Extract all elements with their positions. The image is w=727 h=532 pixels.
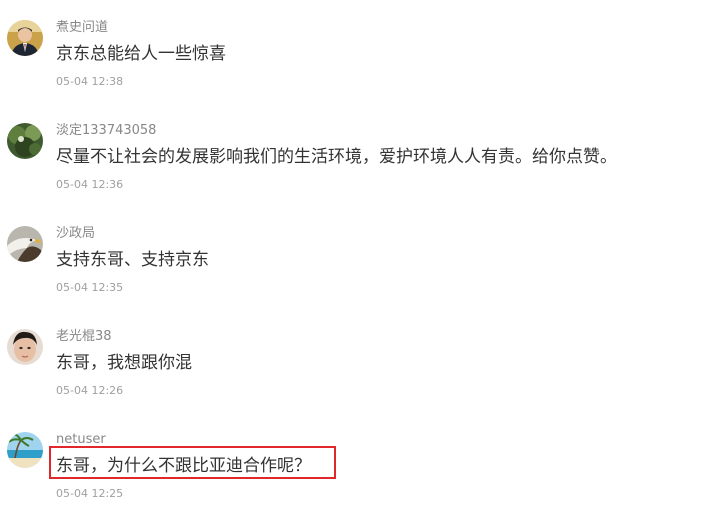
username[interactable]: 淡定133743058	[56, 123, 156, 139]
avatar-beach-icon	[7, 432, 43, 468]
user-avatar[interactable]	[7, 329, 43, 365]
comment-text: 尽量不让社会的发展影响我们的生活环境，爱护环境人人有责。给你点赞。	[56, 147, 617, 167]
comment-text: 支持东哥、支持京东	[56, 250, 209, 270]
username[interactable]: 沙政局	[56, 226, 95, 242]
comment-item: 煮史问道 京东总能给人一些惊喜 05-04 12:38	[0, 20, 727, 120]
comment-item: 淡定133743058 尽量不让社会的发展影响我们的生活环境，爱护环境人人有责。…	[0, 123, 727, 223]
avatar-man-in-suit-icon	[7, 20, 43, 56]
username[interactable]: 老光棍38	[56, 329, 112, 345]
comment-time: 05-04 12:38	[56, 75, 124, 88]
avatar-green-nature-icon	[7, 123, 43, 159]
comment-time: 05-04 12:35	[56, 281, 124, 294]
comment-time: 05-04 12:25	[56, 487, 124, 500]
avatar-young-man-icon	[7, 329, 43, 365]
comment-text: 东哥，我想跟你混	[56, 353, 192, 373]
user-avatar[interactable]	[7, 432, 43, 468]
user-avatar[interactable]	[7, 123, 43, 159]
comment-time: 05-04 12:36	[56, 178, 124, 191]
comment-item: 沙政局 支持东哥、支持京东 05-04 12:35	[0, 226, 727, 326]
avatar-eagle-icon	[7, 226, 43, 262]
comment-text: 京东总能给人一些惊喜	[56, 44, 226, 64]
user-avatar[interactable]	[7, 20, 43, 56]
comment-time: 05-04 12:26	[56, 384, 124, 397]
user-avatar[interactable]	[7, 226, 43, 262]
comment-item: 老光棍38 东哥，我想跟你混 05-04 12:26	[0, 329, 727, 429]
highlight-box	[49, 446, 336, 479]
comment-item: netuser 东哥，为什么不跟比亚迪合作呢？ 05-04 12:25	[0, 432, 727, 532]
username[interactable]: 煮史问道	[56, 20, 108, 36]
